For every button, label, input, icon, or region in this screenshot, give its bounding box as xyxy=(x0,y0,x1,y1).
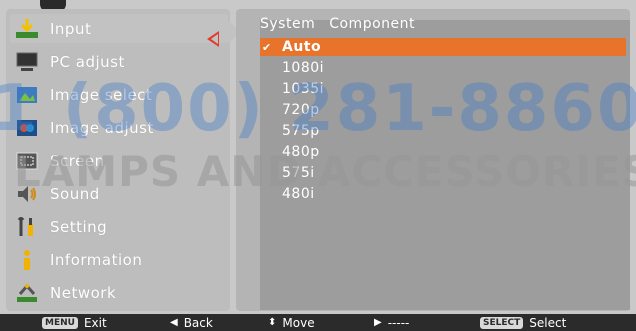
sound-icon xyxy=(14,182,40,206)
left-arrow-icon: ◀ xyxy=(170,317,178,328)
select-key-badge: SELECT xyxy=(480,316,524,329)
projector-osd: Input PC adjust Image select Image adjus… xyxy=(0,0,636,331)
menu-item-information[interactable]: Information xyxy=(10,245,228,274)
option-label: 575p xyxy=(282,123,320,139)
option-1035i[interactable]: 1035i xyxy=(264,80,626,98)
menu-item-label: Information xyxy=(50,250,143,269)
setting-icon xyxy=(14,215,40,239)
information-icon xyxy=(14,248,40,272)
image-select-icon xyxy=(14,83,40,107)
option-label: 720p xyxy=(282,102,320,118)
menu-item-sound[interactable]: Sound xyxy=(10,179,228,208)
option-480i[interactable]: 480i xyxy=(264,185,626,203)
option-1080i[interactable]: 1080i xyxy=(264,59,626,77)
option-label: 480i xyxy=(282,186,315,202)
image-adjust-icon xyxy=(14,116,40,140)
menu-item-screen[interactable]: Screen xyxy=(10,146,228,175)
option-label: 575i xyxy=(282,165,315,181)
menu-item-label: Network xyxy=(50,283,117,302)
screen-icon xyxy=(14,149,40,173)
footer-back-label: Back xyxy=(183,315,213,330)
option-label: 1080i xyxy=(282,60,325,76)
footer-select[interactable]: SELECT Select xyxy=(480,315,566,330)
menu-item-pc-adjust[interactable]: PC adjust xyxy=(10,47,228,76)
footer-exit-label: Exit xyxy=(83,315,107,330)
footer-next-label: ----- xyxy=(387,315,410,330)
main-menu: Input PC adjust Image select Image adjus… xyxy=(6,9,230,311)
up-down-arrow-icon: ⬍ xyxy=(268,317,277,328)
menu-item-label: Image select xyxy=(50,85,153,104)
menu-item-image-select[interactable]: Image select xyxy=(10,80,228,109)
check-icon: ✔ xyxy=(262,40,272,54)
network-icon xyxy=(14,281,40,305)
menu-item-input[interactable]: Input xyxy=(10,14,228,43)
menu-item-image-adjust[interactable]: Image adjust xyxy=(10,113,228,142)
menu-item-label: Screen xyxy=(50,151,105,170)
right-arrow-icon: ▶ xyxy=(374,317,382,328)
pc-adjust-icon xyxy=(14,50,40,74)
submenu-panel: System Component ✔ Auto 1080i 1035i 720p … xyxy=(236,9,630,311)
submenu-title-component: Component xyxy=(329,16,415,32)
option-480p[interactable]: 480p xyxy=(264,143,626,161)
option-575p[interactable]: 575p xyxy=(264,122,626,140)
selected-chevron-icon xyxy=(207,31,219,47)
menu-item-network[interactable]: Network xyxy=(10,278,228,307)
menu-item-label: Sound xyxy=(50,184,100,203)
footer-select-label: Select xyxy=(529,315,567,330)
footer-move-label: Move xyxy=(282,315,315,330)
option-label: 480p xyxy=(282,144,320,160)
input-icon xyxy=(14,17,40,41)
footer-bar: MENU Exit ◀ Back ⬍ Move ▶ ----- SELECT S… xyxy=(0,314,636,331)
option-label: 1035i xyxy=(282,81,325,97)
menu-key-badge: MENU xyxy=(42,316,78,329)
submenu-title: System Component xyxy=(260,16,415,32)
menu-item-label: Setting xyxy=(50,217,108,236)
submenu-title-system: System xyxy=(260,16,316,32)
option-720p[interactable]: 720p xyxy=(264,101,626,119)
menu-item-label: PC adjust xyxy=(50,52,125,71)
option-auto[interactable]: ✔ Auto xyxy=(260,38,626,56)
option-label: Auto xyxy=(282,39,322,55)
menu-item-label: Image adjust xyxy=(50,118,154,137)
menu-item-label: Input xyxy=(50,19,92,38)
footer-exit[interactable]: MENU Exit xyxy=(42,315,107,330)
menu-item-setting[interactable]: Setting xyxy=(10,212,228,241)
option-575i[interactable]: 575i xyxy=(264,164,626,182)
footer-move[interactable]: ⬍ Move xyxy=(268,315,315,330)
footer-next[interactable]: ▶ ----- xyxy=(374,315,409,330)
footer-back[interactable]: ◀ Back xyxy=(170,315,213,330)
